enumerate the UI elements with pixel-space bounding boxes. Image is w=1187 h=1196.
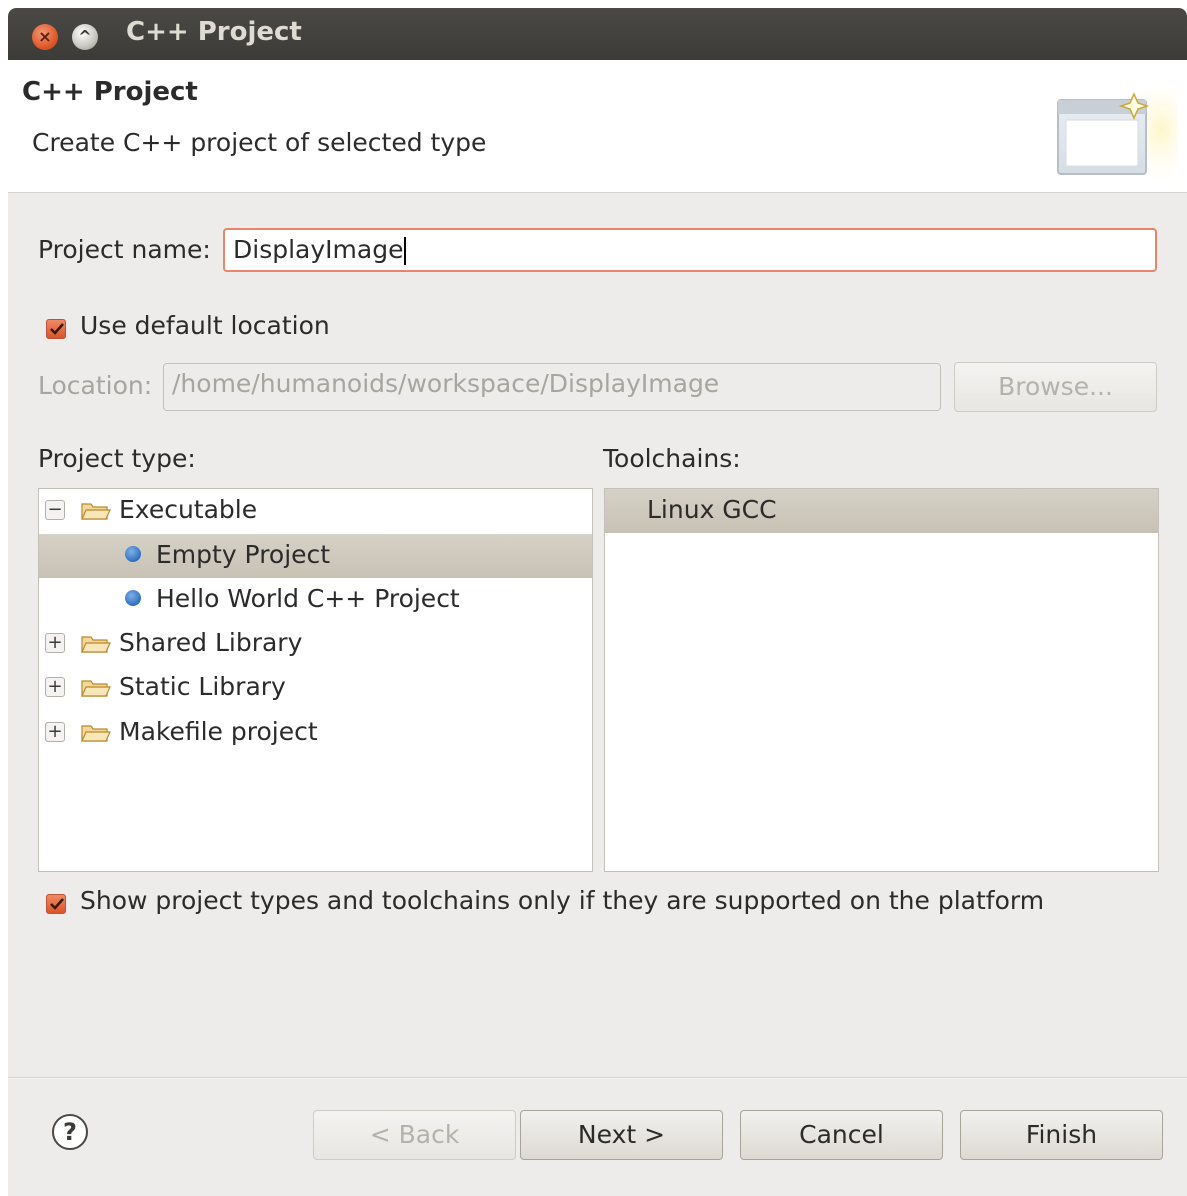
location-label: Location: <box>38 371 153 400</box>
toolchain-item-linux-gcc[interactable]: Linux GCC <box>605 489 1158 533</box>
tree-item-hello-world[interactable]: Hello World C++ Project <box>39 578 592 622</box>
toolchains-list[interactable]: Linux GCC <box>604 488 1159 872</box>
project-name-label: Project name: <box>38 235 211 264</box>
checkmark-icon <box>50 323 64 335</box>
toolchains-label: Toolchains: <box>603 444 741 473</box>
use-default-location-label[interactable]: Use default location <box>80 311 330 340</box>
project-name-input[interactable]: DisplayImage <box>223 228 1157 272</box>
browse-button[interactable]: Browse... <box>954 362 1157 412</box>
project-template-icon <box>125 546 141 562</box>
wizard-window: × ^ C++ Project C++ Project Create C++ p… <box>8 8 1187 1196</box>
wizard-header: C++ Project Create C++ project of select… <box>8 60 1187 193</box>
finish-button[interactable]: Finish <box>960 1110 1163 1160</box>
text-caret <box>404 237 407 265</box>
close-window-button[interactable]: × <box>32 24 58 50</box>
expand-icon[interactable]: + <box>45 722 65 742</box>
project-name-value: DisplayImage <box>233 235 404 264</box>
folder-open-icon <box>81 680 111 697</box>
tree-item-label: Executable <box>119 495 258 524</box>
project-template-icon <box>125 590 141 606</box>
footer-divider <box>8 1077 1187 1079</box>
project-type-label: Project type: <box>38 444 196 473</box>
tree-item-label: Shared Library <box>119 628 303 657</box>
new-project-wizard-icon <box>1057 88 1178 192</box>
tree-item-label: Makefile project <box>119 717 318 746</box>
page-description: Create C++ project of selected type <box>32 128 487 157</box>
cancel-button[interactable]: Cancel <box>740 1110 943 1160</box>
page-title: C++ Project <box>22 77 198 107</box>
help-icon[interactable]: ? <box>52 1114 88 1150</box>
show-supported-only-checkbox[interactable] <box>46 894 66 914</box>
use-default-location-checkbox[interactable] <box>46 319 66 339</box>
maximize-window-button[interactable]: ^ <box>72 24 98 50</box>
collapse-icon[interactable]: − <box>45 500 65 520</box>
tree-item-empty-project[interactable]: Empty Project <box>39 534 592 578</box>
location-value: /home/humanoids/workspace/DisplayImage <box>172 369 720 398</box>
back-button[interactable]: < Back <box>313 1110 516 1160</box>
tree-item-static-library[interactable]: + Static Library <box>39 666 592 710</box>
project-type-tree[interactable]: − Executable Empty Project Hello World C… <box>38 488 593 872</box>
tree-item-label: Static Library <box>119 672 286 701</box>
checkmark-icon <box>50 898 64 910</box>
folder-open-icon <box>81 636 111 653</box>
next-button[interactable]: Next > <box>520 1110 723 1160</box>
tree-item-makefile-project[interactable]: + Makefile project <box>39 711 592 755</box>
show-supported-only-label[interactable]: Show project types and toolchains only i… <box>80 886 1044 915</box>
tree-item-shared-library[interactable]: + Shared Library <box>39 622 592 666</box>
window-title: C++ Project <box>126 17 302 47</box>
tree-item-label: Empty Project <box>156 540 331 569</box>
close-icon: × <box>38 27 52 46</box>
location-input[interactable]: /home/humanoids/workspace/DisplayImage <box>163 363 941 411</box>
toolchain-item-label: Linux GCC <box>647 495 777 524</box>
folder-open-icon <box>81 503 111 520</box>
maximize-icon: ^ <box>78 27 92 46</box>
expand-icon[interactable]: + <box>45 677 65 697</box>
folder-open-icon <box>81 725 111 742</box>
tree-item-executable[interactable]: − Executable <box>39 489 592 533</box>
title-bar[interactable]: × ^ C++ Project <box>8 8 1187 60</box>
tree-item-label: Hello World C++ Project <box>156 584 460 613</box>
expand-icon[interactable]: + <box>45 633 65 653</box>
